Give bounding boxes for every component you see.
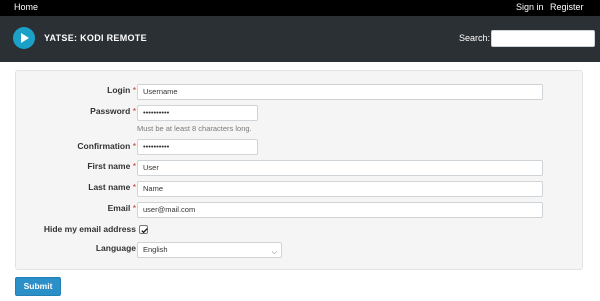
logo-icon[interactable]: [13, 27, 35, 49]
search-label: Search:: [459, 33, 491, 43]
last-name-label: Last name *: [21, 182, 136, 192]
submit-button[interactable]: Submit: [15, 277, 61, 296]
register-link[interactable]: Register: [550, 2, 584, 12]
login-label-text: Login: [107, 85, 131, 95]
language-selected-value: English: [143, 245, 168, 254]
hide-email-checkbox[interactable]: [139, 225, 148, 234]
required-marker: *: [132, 203, 136, 213]
last-name-label-text: Last name: [88, 182, 131, 192]
password-label: Password *: [21, 106, 136, 116]
first-name-label-text: First name: [87, 161, 131, 171]
brand-title[interactable]: YATSE: KODI REMOTE: [44, 33, 147, 43]
required-marker: *: [132, 106, 136, 116]
required-marker: *: [132, 141, 136, 151]
login-input[interactable]: Username: [137, 84, 543, 100]
confirmation-label: Confirmation *: [21, 141, 136, 151]
chevron-down-icon: ⌵: [271, 249, 277, 256]
first-name-label: First name *: [21, 161, 136, 171]
required-marker: *: [132, 182, 136, 192]
confirmation-input[interactable]: ••••••••••: [137, 139, 258, 155]
registration-form: Login * Username Password * •••••••••• M…: [15, 70, 583, 270]
login-label: Login *: [21, 85, 136, 95]
required-marker: *: [132, 85, 136, 95]
search-input[interactable]: [491, 30, 595, 47]
sign-in-link[interactable]: Sign in: [516, 2, 544, 12]
email-label: Email *: [21, 203, 136, 213]
required-marker: *: [132, 161, 136, 171]
language-label: Language: [95, 243, 136, 253]
home-link[interactable]: Home: [14, 2, 38, 12]
top-bar: Home Sign in Register: [0, 0, 600, 16]
confirmation-label-text: Confirmation: [77, 141, 131, 151]
last-name-input[interactable]: Name: [137, 181, 543, 197]
password-label-text: Password: [90, 106, 131, 116]
password-input[interactable]: ••••••••••: [137, 105, 258, 121]
site-header: YATSE: KODI REMOTE Search:: [0, 16, 600, 62]
hide-email-label: Hide my email address: [43, 224, 136, 234]
check-icon: [141, 228, 148, 234]
language-select[interactable]: English ⌵: [137, 242, 282, 258]
first-name-input[interactable]: User: [137, 160, 543, 176]
password-help-text: Must be at least 8 characters long.: [137, 124, 252, 133]
email-input[interactable]: user@mail.com: [137, 202, 543, 218]
email-label-text: Email: [107, 203, 131, 213]
